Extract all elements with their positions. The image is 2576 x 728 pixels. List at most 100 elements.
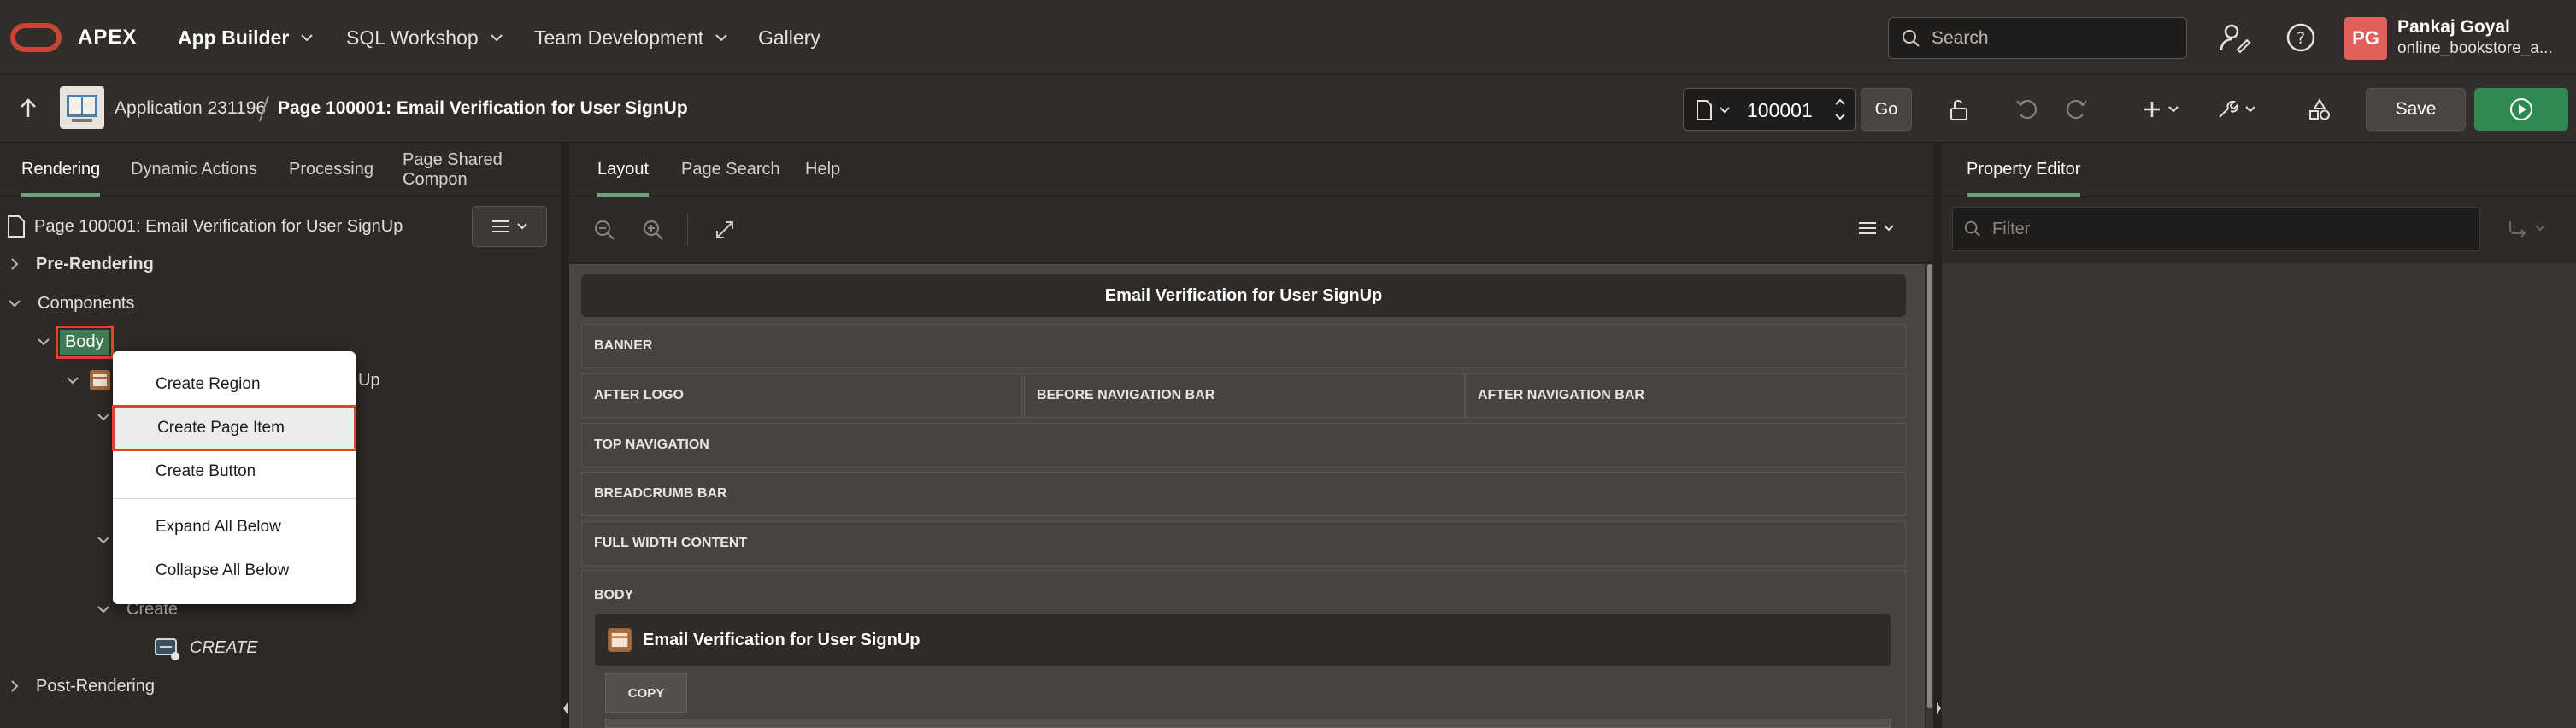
tree-components-label: Components <box>38 293 135 313</box>
tree-menu-button[interactable] <box>472 206 547 247</box>
tab-rendering[interactable]: Rendering <box>21 143 101 197</box>
menu-expand-all-below[interactable]: Expand All Below <box>113 508 356 546</box>
tree-page-label: Page 100001: Email Verification for User… <box>34 216 403 236</box>
zoom-out-icon[interactable] <box>593 219 615 241</box>
layout-region[interactable]: Email Verification for User SignUp <box>595 614 1891 666</box>
top-navigation-bar: APEX App Builder SQL Workshop Team Devel… <box>0 0 2576 75</box>
user-name[interactable]: Pankaj Goyal <box>2397 17 2510 38</box>
menu-create-region[interactable]: Create Region <box>113 366 356 403</box>
page-selector[interactable]: 100001 <box>1683 88 1856 131</box>
wrench-icon <box>2219 100 2238 118</box>
page-title: Page 100001: Email Verification for User… <box>278 98 688 118</box>
tab-page-shared-components[interactable]: Page Shared Compon <box>403 143 561 197</box>
filter-input[interactable]: Filter <box>1952 207 2480 251</box>
chevron-right-icon <box>11 680 19 692</box>
tree-post-rendering[interactable]: Post-Rendering <box>10 669 155 703</box>
search-placeholder: Search <box>1932 27 1989 48</box>
tree-page-node[interactable]: Page 100001: Email Verification for User… <box>7 209 403 244</box>
menu-app-builder[interactable]: App Builder <box>178 0 314 75</box>
global-search-input[interactable]: Search <box>1888 17 2187 59</box>
tab-layout[interactable]: Layout <box>597 143 650 197</box>
menu-team-development[interactable]: Team Development <box>534 0 727 75</box>
menu-separator <box>113 498 356 499</box>
tree-region[interactable] <box>67 363 111 397</box>
chevron-down-icon <box>2535 225 2545 232</box>
save-button[interactable]: Save <box>2366 88 2466 131</box>
tree-region-label-tail: Up <box>358 371 380 390</box>
position-top-navigation[interactable]: TOP NAVIGATION <box>581 423 1906 467</box>
right-splitter[interactable] <box>1933 143 1942 728</box>
tab-processing[interactable]: Processing <box>289 143 373 197</box>
run-page-button[interactable] <box>2474 88 2568 131</box>
property-toolbar: Filter <box>1942 197 2576 263</box>
menu-collapse-all-below[interactable]: Collapse All Below <box>113 552 356 590</box>
create-menu-button[interactable] <box>2135 92 2186 126</box>
divider <box>687 214 688 246</box>
expand-icon[interactable] <box>715 220 735 240</box>
position-banner[interactable]: BANNER <box>581 324 1906 368</box>
tab-page-search[interactable]: Page Search <box>681 143 780 197</box>
position-after-logo[interactable]: AFTER LOGO <box>581 373 1022 418</box>
chevron-down-icon <box>2245 106 2255 113</box>
save-button-label: Save <box>2395 99 2437 119</box>
position-full-width-content[interactable]: FULL WIDTH CONTENT <box>581 521 1906 566</box>
position-breadcrumb-bar[interactable]: BREADCRUMB BAR <box>581 472 1906 516</box>
menu-create-button[interactable]: Create Button <box>113 453 356 490</box>
tree-chevron-1[interactable] <box>97 413 109 421</box>
undo-icon[interactable] <box>2010 92 2044 126</box>
position-before-navigation-bar[interactable]: BEFORE NAVIGATION BAR <box>1024 373 1465 418</box>
tree-body[interactable]: Body <box>38 325 114 359</box>
hamburger-icon <box>1859 222 1876 234</box>
arrow-up-icon[interactable] <box>19 98 38 119</box>
context-menu: Create Region Create Page Item Create Bu… <box>112 351 356 604</box>
utilities-menu-button[interactable] <box>2210 92 2261 126</box>
zoom-in-icon[interactable] <box>642 219 664 241</box>
menu-sql-workshop-label: SQL Workshop <box>346 26 479 49</box>
layout-copy-label: COPY <box>627 685 665 701</box>
menu-team-development-label: Team Development <box>534 26 704 49</box>
page-number-input[interactable]: 100001 <box>1747 99 1813 122</box>
chevron-down-icon <box>1720 107 1730 114</box>
menu-create-page-item[interactable]: Create Page Item <box>112 405 356 451</box>
position-after-navigation-bar[interactable]: AFTER NAVIGATION BAR <box>1465 373 1906 418</box>
tab-help[interactable]: Help <box>805 143 840 197</box>
chevron-down-icon <box>517 223 527 230</box>
layout-region-title: Email Verification for User SignUp <box>643 630 920 649</box>
tree-post-rendering-label: Post-Rendering <box>36 676 155 696</box>
chevron-down-icon <box>301 34 314 42</box>
left-splitter[interactable] <box>561 143 569 728</box>
go-button[interactable]: Go <box>1861 88 1912 131</box>
layout-copy-slot[interactable]: COPY <box>605 673 687 713</box>
go-button-label: Go <box>1874 99 1898 119</box>
tree-components[interactable]: Components <box>9 286 134 320</box>
page-number-stepper[interactable] <box>1829 92 1851 126</box>
chevron-down-icon <box>2168 106 2179 113</box>
tab-property-editor[interactable]: Property Editor <box>1967 143 2081 197</box>
application-icon[interactable] <box>60 86 104 129</box>
arrow-turn-icon <box>2509 221 2526 238</box>
user-settings-icon[interactable] <box>2219 21 2251 54</box>
menu-app-builder-label: App Builder <box>178 26 290 49</box>
layout-menu-button[interactable] <box>1858 220 1894 236</box>
tree-create-button[interactable]: CREATE <box>154 631 258 665</box>
go-to-group-button[interactable] <box>2508 219 2545 238</box>
shared-components-icon[interactable] <box>2303 92 2337 126</box>
redo-icon[interactable] <box>2059 92 2093 126</box>
application-link[interactable]: Application 231196 <box>115 98 266 119</box>
chevron-down-icon <box>490 34 503 42</box>
avatar[interactable]: PG <box>2344 17 2387 60</box>
menu-sql-workshop[interactable]: SQL Workshop <box>346 0 503 75</box>
menu-gallery[interactable]: Gallery <box>758 0 820 75</box>
oracle-logo-icon[interactable] <box>10 23 62 52</box>
lock-page-icon[interactable] <box>1940 92 1978 126</box>
page-designer-toolbar: Application 231196 Page 100001: Email Ve… <box>0 75 2576 143</box>
chevron-down-icon <box>38 338 50 346</box>
tree-pre-rendering[interactable]: Pre-Rendering <box>10 247 154 281</box>
tab-dynamic-actions[interactable]: Dynamic Actions <box>131 143 257 197</box>
apex-logo-text[interactable]: APEX <box>78 0 137 75</box>
tree-chevron-2[interactable] <box>97 536 109 544</box>
vertical-scrollbar[interactable] <box>1926 264 1933 728</box>
layout-canvas: Email Verification for User SignUp BANNE… <box>569 264 1925 728</box>
help-icon[interactable]: ? <box>2285 22 2316 53</box>
tree-create-button-label: CREATE <box>190 637 258 657</box>
